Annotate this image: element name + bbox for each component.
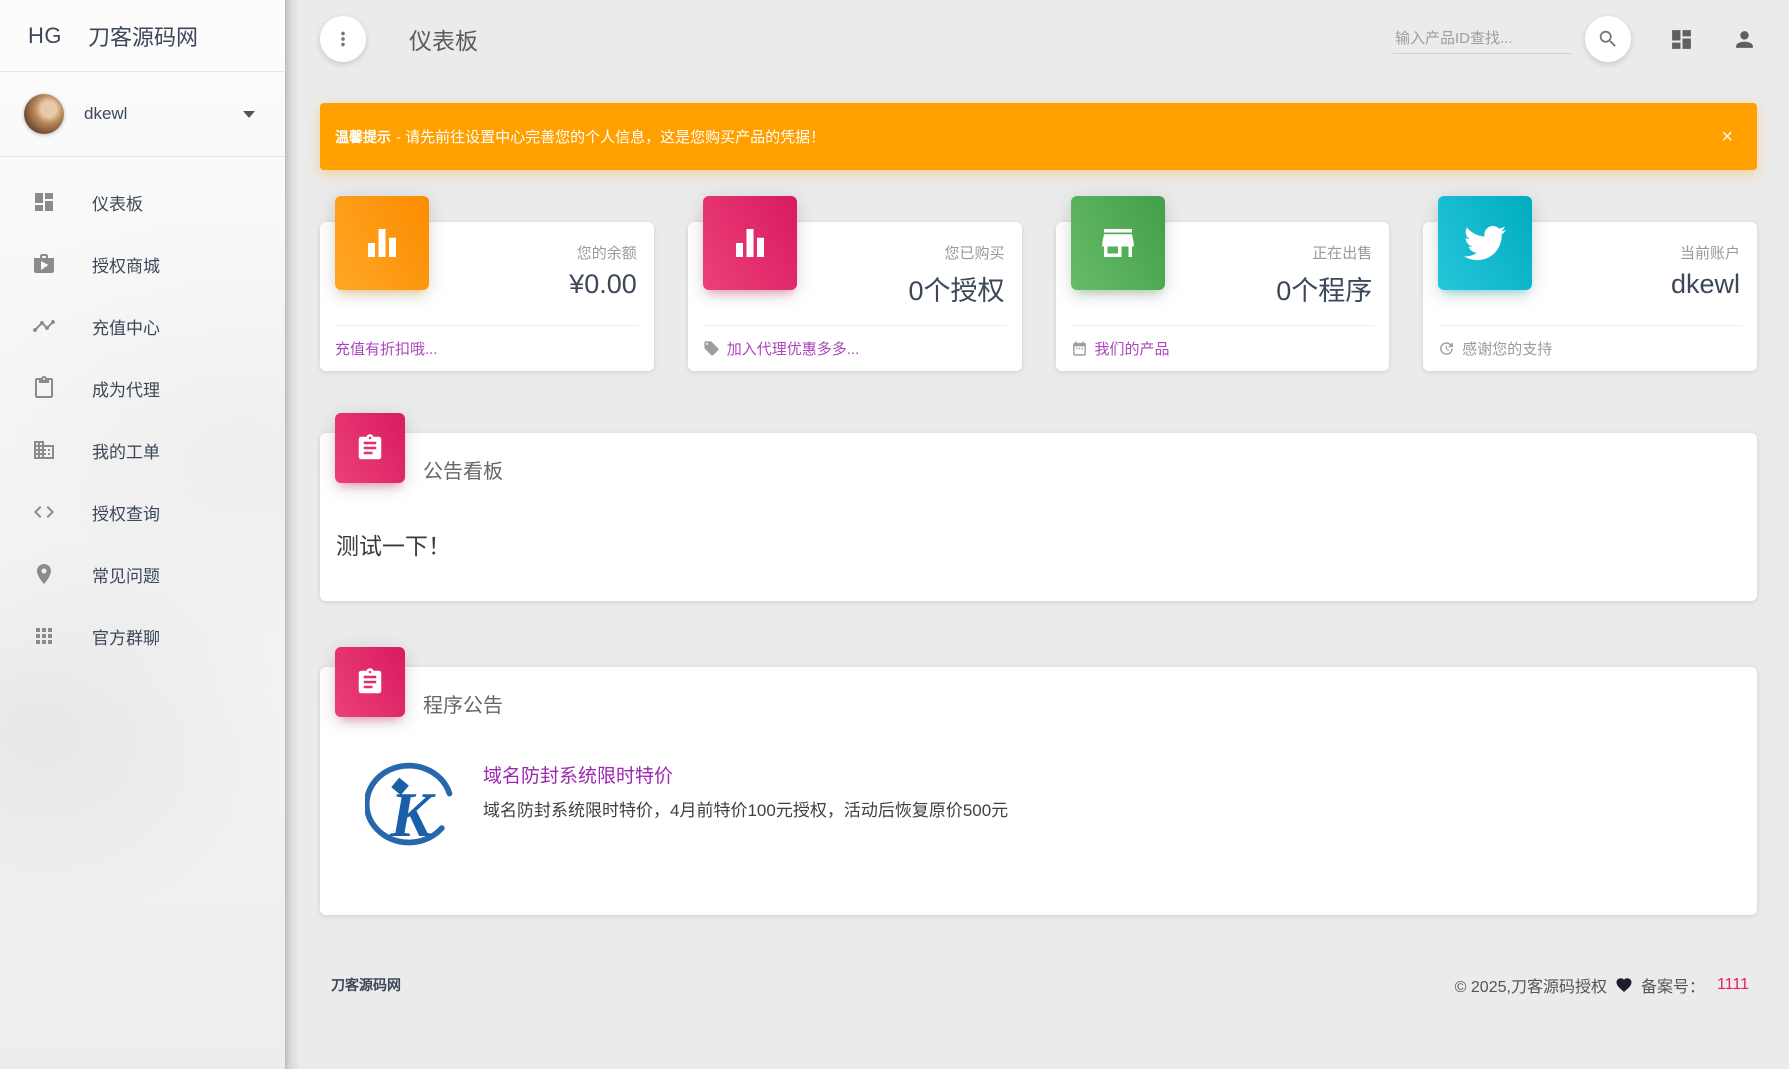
brand-logo-mini: HG <box>28 23 62 49</box>
stat-cards-row: 您的余额 ¥0.00 充值有折扣哦... 您已购买 0个授权 <box>320 222 1757 371</box>
beian-label: 备案号： <box>1641 973 1705 997</box>
topbar: 仪表板 <box>320 0 1757 70</box>
copyright-text: © 2025,刀客源码授权 <box>1455 973 1607 997</box>
brand: HG 刀客源码网 <box>0 0 285 71</box>
topbar-actions <box>1393 16 1757 62</box>
user-name: dkewl <box>84 104 243 124</box>
sidebar-item-shop[interactable]: 授权商城 <box>0 233 285 295</box>
sidebar-item-label: 充值中心 <box>92 314 160 339</box>
join-agent-link[interactable]: 加入代理优惠多多... <box>727 338 860 359</box>
apps-grid-icon <box>32 623 58 649</box>
announcement-board-card: 公告看板 测试一下！ <box>320 433 1757 601</box>
sidebar-item-faq[interactable]: 常见问题 <box>0 543 285 605</box>
board-content: 测试一下！ <box>320 505 1757 571</box>
recharge-discount-link[interactable]: 充值有折扣哦... <box>335 338 438 359</box>
bar-chart-icon <box>703 196 797 290</box>
sidebar-item-license-query[interactable]: 授权查询 <box>0 481 285 543</box>
beian-link[interactable]: 1111 <box>1717 976 1749 994</box>
sidebar-item-label: 成为代理 <box>92 376 160 401</box>
banner-text: - 请先前往设置中心完善您的个人信息，这是您购买产品的凭据！ <box>396 126 825 147</box>
page-footer: 刀客源码网 © 2025,刀客源码授权 备案号： 1111 <box>320 915 1757 997</box>
program-item-link[interactable]: 域名防封系统限时特价 <box>483 761 673 788</box>
twitter-icon <box>1438 196 1532 290</box>
footer-brand: 刀客源码网 <box>331 975 401 995</box>
sidebar-item-label: 我的工单 <box>92 438 160 463</box>
stat-card-purchased: 您已购买 0个授权 加入代理优惠多多... <box>688 222 1022 371</box>
timeline-icon <box>32 313 58 339</box>
sidebar-item-recharge[interactable]: 充值中心 <box>0 295 285 357</box>
building-icon <box>32 437 58 463</box>
location-pin-icon <box>32 561 58 587</box>
sidebar-item-tickets[interactable]: 我的工单 <box>0 419 285 481</box>
close-icon[interactable]: × <box>1721 127 1733 147</box>
sidebar-item-label: 授权查询 <box>92 500 160 525</box>
sidebar-item-agent[interactable]: 成为代理 <box>0 357 285 419</box>
sidebar-item-group-chat[interactable]: 官方群聊 <box>0 605 285 667</box>
clipboard-icon <box>335 413 405 483</box>
sidebar-toggle-button[interactable] <box>320 16 366 62</box>
sidebar-menu: 仪表板 授权商城 充值中心 成为代理 <box>0 157 285 667</box>
search-input[interactable] <box>1393 24 1571 54</box>
sidebar-scrollbar[interactable] <box>285 0 299 1069</box>
stat-card-selling: 正在出售 0个程序 我们的产品 <box>1056 222 1390 371</box>
dashboard-shortcut-button[interactable] <box>1669 27 1694 52</box>
clipboard-icon <box>32 375 58 401</box>
shop-icon <box>32 251 58 277</box>
banner-title: 温馨提示 <box>335 127 391 147</box>
update-icon <box>1438 340 1455 357</box>
program-announcement-card: 程序公告 K 域名防封系统限时特价 域名防封系统限时特价，4月前特价100元授权… <box>320 667 1757 915</box>
sidebar-item-label: 常见问题 <box>92 562 160 587</box>
sidebar-item-label: 仪表板 <box>92 190 143 215</box>
code-icon <box>32 499 58 525</box>
avatar <box>24 94 64 134</box>
app-root: HG 刀客源码网 dkewl 仪表板 授权商城 <box>0 0 1789 1069</box>
page-title: 仪表板 <box>409 22 478 56</box>
clipboard-icon <box>335 647 405 717</box>
our-products-link[interactable]: 我们的产品 <box>1095 338 1170 359</box>
chevron-down-icon <box>243 111 255 118</box>
sidebar-item-label: 授权商城 <box>92 252 160 277</box>
notice-banner: 温馨提示 - 请先前往设置中心完善您的个人信息，这是您购买产品的凭据！ × <box>320 103 1757 170</box>
bar-chart-icon <box>335 196 429 290</box>
sidebar-item-dashboard[interactable]: 仪表板 <box>0 171 285 233</box>
user-menu[interactable]: dkewl <box>0 72 285 156</box>
board-title: 公告看板 <box>423 455 503 484</box>
program-item-description: 域名防封系统限时特价，4月前特价100元授权，活动后恢复原价500元 <box>483 796 1008 821</box>
dashboard-icon <box>32 189 58 215</box>
tag-icon <box>703 340 720 357</box>
store-icon <box>1071 196 1165 290</box>
sidebar-item-label: 官方群聊 <box>92 624 160 649</box>
dashboard-icon <box>1669 27 1694 52</box>
thanks-note: 感谢您的支持 <box>1462 338 1552 359</box>
program-announcement-item: K 域名防封系统限时特价 域名防封系统限时特价，4月前特价100元授权，活动后恢… <box>320 739 1757 907</box>
product-logo: K <box>365 759 461 855</box>
heart-icon <box>1615 976 1633 994</box>
sidebar: HG 刀客源码网 dkewl 仪表板 授权商城 <box>0 0 285 1069</box>
brand-name: 刀客源码网 <box>88 20 198 52</box>
search-icon <box>1597 28 1619 50</box>
more-vert-icon <box>332 28 354 50</box>
stat-card-account: 当前账户 dkewl 感谢您的支持 <box>1423 222 1757 371</box>
stat-card-balance: 您的余额 ¥0.00 充值有折扣哦... <box>320 222 654 371</box>
account-button[interactable] <box>1732 27 1757 52</box>
main-content: 仪表板 <box>299 0 1789 1069</box>
search-button[interactable] <box>1585 16 1631 62</box>
calendar-icon <box>1071 340 1088 357</box>
person-icon <box>1732 27 1757 52</box>
program-title: 程序公告 <box>423 689 503 718</box>
